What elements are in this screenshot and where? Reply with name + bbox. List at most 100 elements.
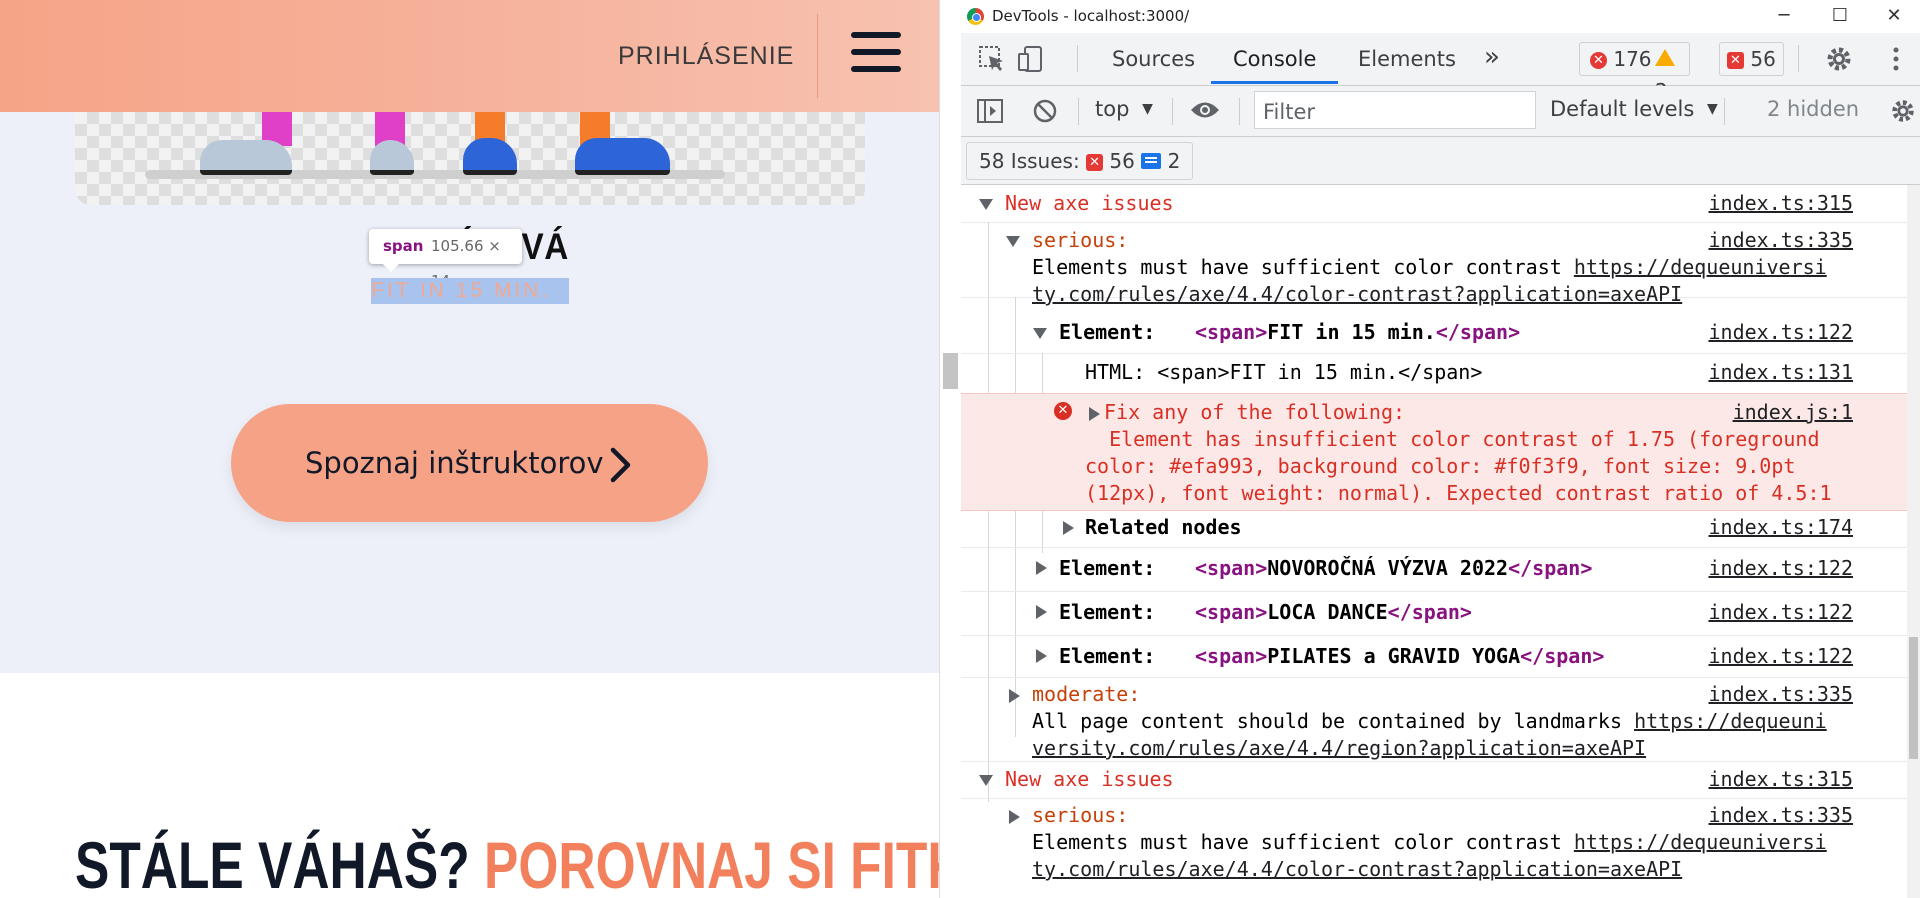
dropdown-arrow-icon: ▼ — [1142, 101, 1153, 117]
html-line: HTML: <span>FIT in 15 min.</span> — [1085, 360, 1483, 384]
rule-link-continued[interactable]: ty.com/rules/axe/4.4/color-contrast?appl… — [1032, 857, 1682, 881]
console-scrollbar[interactable] — [1907, 185, 1920, 898]
context-value: top — [1095, 97, 1130, 121]
heading-orange-part: POROVNAJ SI FITKO S — [484, 828, 939, 898]
heading-dark-part: STÁLE VÁHAŠ? — [75, 828, 470, 898]
element-row-pilates[interactable]: Element: <span>PILATES a GRAVID YOGA</sp… — [961, 635, 1907, 678]
device-toolbar-icon[interactable] — [1016, 44, 1046, 74]
close-icon[interactable]: ✕ — [1879, 4, 1909, 28]
expand-arrow-icon — [979, 199, 993, 210]
span-open-tag: <span> — [1195, 600, 1268, 624]
tab-elements[interactable]: Elements — [1358, 47, 1456, 71]
element-label: Element: — [1059, 644, 1156, 668]
site-header: PRIHLÁSENIE — [0, 0, 939, 112]
expand-arrow-icon — [1036, 605, 1047, 619]
related-nodes-row[interactable]: Related nodes index.ts:174 — [961, 509, 1907, 548]
log-group-serious[interactable]: serious: index.ts:335 Elements must have… — [961, 222, 1907, 306]
span-close-tag: </span> — [1520, 644, 1605, 668]
settings-gear-icon[interactable] — [1824, 44, 1854, 74]
element-label: Element: — [1059, 320, 1156, 344]
warning-icon — [1655, 49, 1675, 66]
severity-label: serious: — [1032, 803, 1129, 827]
header-divider — [817, 14, 818, 98]
more-tabs-icon[interactable]: » — [1484, 42, 1500, 72]
rule-text: Elements must have sufficient color cont… — [1032, 255, 1562, 279]
source-link[interactable]: index.ts:122 — [1709, 556, 1854, 580]
rule-link[interactable]: https://dequeuniversi — [1574, 830, 1827, 854]
cta-label: Spoznaj inštruktorov — [305, 446, 604, 480]
filter-input[interactable]: Filter — [1254, 91, 1536, 129]
devtools-window: DevTools - localhost:3000/ ─ ☐ ✕ Sources… — [961, 0, 1920, 898]
element-markup: <span>NOVOROČNÁ VÝZVA 2022</span> — [1195, 556, 1592, 580]
source-link[interactable]: index.ts:122 — [1709, 644, 1854, 668]
rule-link-continued[interactable]: ty.com/rules/axe/4.4/color-contrast?appl… — [1032, 282, 1682, 306]
rule-link[interactable]: https://dequeuniversi — [1574, 255, 1827, 279]
log-group-new-axe-issues-2[interactable]: New axe issues index.ts:315 — [961, 761, 1907, 799]
hidden-count: 2 hidden — [1767, 97, 1860, 121]
source-link[interactable]: index.ts:315 — [1709, 767, 1854, 791]
span-close-tag: </span> — [1435, 320, 1521, 344]
splitter-handle[interactable] — [943, 353, 958, 389]
website-viewport: PRIHLÁSENIE JA ÍKOVÁ span 105.66 × 14 FI… — [0, 0, 939, 898]
login-link[interactable]: PRIHLÁSENIE — [618, 42, 794, 71]
rule-link[interactable]: https://dequeuni — [1634, 709, 1827, 733]
tab-sources[interactable]: Sources — [1112, 47, 1195, 71]
log-group-serious-2[interactable]: serious: index.ts:335 Elements must have… — [961, 798, 1907, 898]
log-group-moderate[interactable]: moderate: index.ts:335 All page content … — [961, 677, 1907, 762]
live-expression-eye-icon[interactable] — [1189, 99, 1221, 121]
sidebar-toggle-icon[interactable] — [976, 97, 1004, 125]
expand-arrow-icon — [1063, 521, 1074, 535]
rule-description: Elements must have sufficient color cont… — [1032, 830, 1827, 854]
issues-button[interactable]: 58 Issues: ✕ 56 2 — [966, 142, 1194, 180]
expand-arrow-icon — [1009, 689, 1020, 703]
source-link[interactable]: index.ts:315 — [1709, 191, 1854, 215]
source-link[interactable]: index.ts:122 — [1709, 320, 1854, 344]
instructors-cta-button[interactable]: Spoznaj inštruktorov — [231, 404, 708, 522]
issues-counter[interactable]: ✕ 56 — [1719, 42, 1784, 76]
issues-info-count: 2 — [1167, 149, 1181, 173]
console-counters[interactable]: ✕ 176 2 — [1579, 42, 1690, 103]
element-row-fit[interactable]: Element: <span>FIT in 15 min.</span> ind… — [961, 313, 1907, 354]
related-nodes-label: Related nodes — [1085, 515, 1242, 539]
panel-splitter[interactable] — [939, 0, 963, 898]
group-title: New axe issues — [1005, 767, 1174, 791]
filter-placeholder: Filter — [1263, 100, 1316, 124]
instructor-image — [75, 112, 865, 205]
console-log: New axe issues index.ts:315 serious: ind… — [961, 185, 1907, 898]
rule-link-continued[interactable]: versity.com/rules/axe/4.4/region?applica… — [1032, 736, 1646, 760]
inspect-element-icon[interactable] — [977, 44, 1007, 74]
issues-info-icon — [1141, 153, 1162, 169]
tab-console[interactable]: Console — [1233, 47, 1316, 71]
tooltip-tag-name: span — [383, 237, 424, 255]
hamburger-menu-icon[interactable] — [851, 32, 901, 78]
rule-text: All page content should be contained by … — [1032, 709, 1623, 733]
more-options-icon[interactable] — [1889, 44, 1903, 74]
element-row-loca-dance[interactable]: Element: <span>LOCA DANCE</span> index.t… — [961, 591, 1907, 636]
element-row-novorocna[interactable]: Element: <span>NOVOROČNÁ VÝZVA 2022</spa… — [961, 547, 1907, 592]
fix-detail-line: Element has insufficient color contrast … — [1085, 427, 1820, 451]
chevron-right-icon — [610, 447, 631, 483]
source-link[interactable]: index.ts:174 — [1709, 515, 1854, 539]
clear-console-icon[interactable] — [1031, 97, 1059, 125]
source-link[interactable]: index.ts:122 — [1709, 600, 1854, 624]
devtools-main-toolbar: Sources Console Elements » ✕ 176 2 ✕ 56 — [961, 33, 1920, 103]
expand-arrow-icon — [1036, 561, 1047, 575]
minimize-icon[interactable]: ─ — [1769, 4, 1799, 28]
context-selector[interactable]: top ▼ — [1095, 97, 1153, 121]
maximize-icon[interactable]: ☐ — [1825, 4, 1855, 28]
element-markup: <span>PILATES a GRAVID YOGA</span> — [1195, 644, 1604, 668]
log-levels-dropdown[interactable]: Default levels ▼ — [1550, 97, 1718, 121]
source-link[interactable]: index.js:1 — [1733, 400, 1853, 424]
source-link[interactable]: index.ts:335 — [1709, 228, 1854, 252]
log-group-new-axe-issues[interactable]: New axe issues index.ts:315 — [961, 185, 1907, 223]
class-subtitle-highlighted: FIT IN 15 MIN. — [371, 278, 569, 304]
source-link[interactable]: index.ts:335 — [1709, 682, 1854, 706]
issues-label: 58 Issues: — [979, 149, 1080, 173]
span-close-tag: </span> — [1508, 556, 1593, 580]
element-text: FIT in 15 min. — [1267, 320, 1436, 344]
fix-error-row[interactable]: ✕ Fix any of the following: index.js:1 E… — [961, 393, 1907, 511]
source-link[interactable]: index.ts:335 — [1709, 803, 1854, 827]
scrollbar-thumb[interactable] — [1909, 637, 1918, 759]
source-link[interactable]: index.ts:131 — [1709, 360, 1854, 384]
console-settings-gear-icon[interactable] — [1889, 97, 1917, 125]
